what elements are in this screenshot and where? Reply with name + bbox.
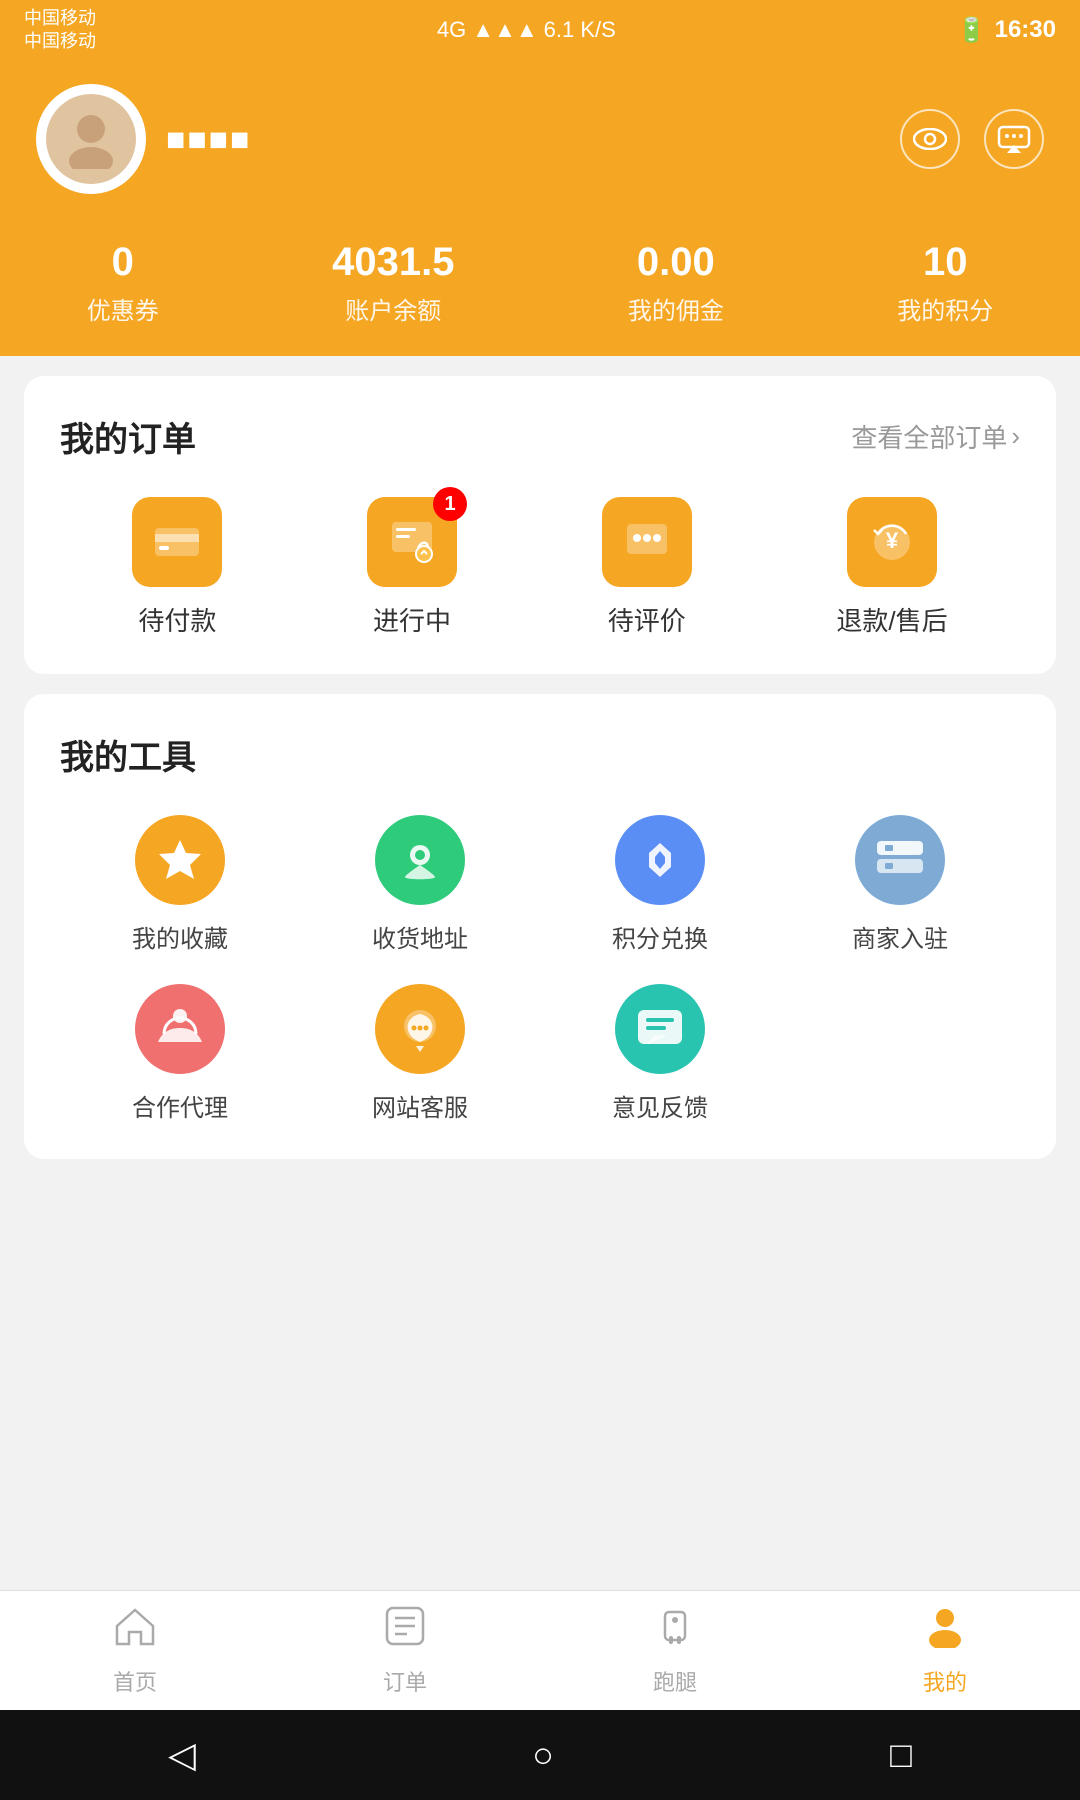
order-icon-in-progress-wrap: 1 bbox=[367, 497, 457, 587]
tool-agent-label: 合作代理 bbox=[132, 1088, 228, 1123]
orders-card: 我的订单 查看全部订单 › 待付款 bbox=[24, 376, 1056, 674]
feedback-icon bbox=[615, 984, 705, 1074]
svg-text:¥: ¥ bbox=[886, 528, 899, 553]
order-item-pending-pay[interactable]: 待付款 bbox=[132, 497, 222, 638]
tools-title: 我的工具 bbox=[60, 730, 196, 779]
tab-home-label: 首页 bbox=[113, 1665, 157, 1697]
android-nav-bar: ◁ ○ □ bbox=[0, 1710, 1080, 1800]
speed-label: 6.1 K/S bbox=[544, 17, 616, 43]
eye-button[interactable] bbox=[900, 109, 960, 169]
points-exchange-icon bbox=[615, 815, 705, 905]
stat-points-value: 10 bbox=[923, 240, 968, 285]
tool-feedback-label: 意见反馈 bbox=[612, 1088, 708, 1123]
tool-favorites-label: 我的收藏 bbox=[132, 919, 228, 954]
tool-favorites[interactable]: 我的收藏 bbox=[60, 815, 300, 954]
order-label-pending-review: 待评价 bbox=[608, 601, 686, 638]
order-icon-pending-pay bbox=[132, 497, 222, 587]
tab-mine-label: 我的 bbox=[923, 1665, 967, 1697]
tool-merchant-label: 商家入驻 bbox=[852, 919, 948, 954]
order-badge-in-progress: 1 bbox=[433, 487, 467, 521]
stat-points-label: 我的积分 bbox=[897, 291, 993, 326]
tool-customer-service[interactable]: 网站客服 bbox=[300, 984, 540, 1123]
tab-bar: 首页 订单 跑腿 bbox=[0, 1590, 1080, 1710]
stat-coupon[interactable]: 0 优惠券 bbox=[87, 240, 159, 326]
carrier-info: 中国移动 中国移动 bbox=[24, 7, 96, 54]
tab-mine-icon bbox=[923, 1604, 967, 1659]
stat-balance-value: 4031.5 bbox=[332, 240, 454, 285]
profile-header: ■■■■ bbox=[0, 60, 1080, 230]
avatar[interactable] bbox=[36, 84, 146, 194]
orders-title: 我的订单 bbox=[60, 412, 196, 461]
tools-grid: 我的收藏 收货地址 积分兑换 bbox=[60, 815, 1020, 1123]
tool-feedback[interactable]: 意见反馈 bbox=[540, 984, 780, 1123]
tool-merchant[interactable]: 商家入驻 bbox=[780, 815, 1020, 954]
orders-card-header: 我的订单 查看全部订单 › bbox=[60, 412, 1020, 461]
tab-orders[interactable]: 订单 bbox=[270, 1604, 540, 1697]
status-bar: 中国移动 中国移动 4G ▲▲▲ 6.1 K/S 🔋 16:30 bbox=[0, 0, 1080, 60]
merchant-icon bbox=[855, 815, 945, 905]
order-item-refund[interactable]: ¥ 退款/售后 bbox=[836, 497, 947, 638]
tab-runner-label: 跑腿 bbox=[653, 1665, 697, 1697]
stat-coupon-value: 0 bbox=[112, 240, 134, 285]
stat-balance-label: 账户余额 bbox=[345, 291, 441, 326]
tools-card: 我的工具 我的收藏 收货地址 bbox=[24, 694, 1056, 1159]
message-button[interactable] bbox=[984, 109, 1044, 169]
order-icon-pending-pay-wrap bbox=[132, 497, 222, 587]
view-all-orders-button[interactable]: 查看全部订单 › bbox=[851, 418, 1020, 455]
time-label: 16:30 bbox=[995, 16, 1056, 44]
tool-points-exchange-label: 积分兑换 bbox=[612, 919, 708, 954]
header-action-icons bbox=[900, 109, 1044, 169]
tab-home[interactable]: 首页 bbox=[0, 1604, 270, 1697]
stat-commission-label: 我的佣金 bbox=[628, 291, 724, 326]
customer-service-icon bbox=[375, 984, 465, 1074]
tools-card-header: 我的工具 bbox=[60, 730, 1020, 779]
tab-runner[interactable]: 跑腿 bbox=[540, 1604, 810, 1697]
battery-icon: 🔋 bbox=[957, 16, 987, 45]
order-icon-pending-review-wrap bbox=[602, 497, 692, 587]
order-item-in-progress[interactable]: 1 进行中 bbox=[367, 497, 457, 638]
stat-points[interactable]: 10 我的积分 bbox=[897, 240, 993, 326]
stat-coupon-label: 优惠券 bbox=[87, 291, 159, 326]
tool-customer-service-label: 网站客服 bbox=[372, 1088, 468, 1123]
tab-orders-icon bbox=[383, 1604, 427, 1659]
stat-commission-value: 0.00 bbox=[637, 240, 715, 285]
tool-address-label: 收货地址 bbox=[372, 919, 468, 954]
order-icon-refund-wrap: ¥ bbox=[847, 497, 937, 587]
order-icon-refund: ¥ bbox=[847, 497, 937, 587]
stat-balance[interactable]: 4031.5 账户余额 bbox=[332, 240, 454, 326]
order-item-pending-review[interactable]: 待评价 bbox=[602, 497, 692, 638]
time-battery: 🔋 16:30 bbox=[957, 16, 1056, 45]
username-label: ■■■■ bbox=[166, 121, 251, 158]
signal-icons: 4G ▲▲▲ 6.1 K/S bbox=[437, 17, 616, 43]
agent-icon bbox=[135, 984, 225, 1074]
tool-points-exchange[interactable]: 积分兑换 bbox=[540, 815, 780, 954]
tool-agent[interactable]: 合作代理 bbox=[60, 984, 300, 1123]
signal-4g-icon: 4G bbox=[437, 17, 466, 43]
avatar-image bbox=[46, 94, 136, 184]
tool-address[interactable]: 收货地址 bbox=[300, 815, 540, 954]
order-label-pending-pay: 待付款 bbox=[138, 601, 216, 638]
stats-row: 0 优惠券 4031.5 账户余额 0.00 我的佣金 10 我的积分 bbox=[0, 230, 1080, 356]
favorites-icon bbox=[135, 815, 225, 905]
tab-orders-label: 订单 bbox=[383, 1665, 427, 1697]
empty-area bbox=[0, 1179, 1080, 1639]
back-button[interactable]: ◁ bbox=[168, 1734, 196, 1776]
home-button[interactable]: ○ bbox=[532, 1734, 554, 1776]
order-icon-pending-review bbox=[602, 497, 692, 587]
tab-mine[interactable]: 我的 bbox=[810, 1604, 1080, 1697]
order-label-in-progress: 进行中 bbox=[373, 601, 451, 638]
profile-left: ■■■■ bbox=[36, 84, 251, 194]
tab-home-icon bbox=[113, 1604, 157, 1659]
tab-runner-icon bbox=[653, 1604, 697, 1659]
order-label-refund: 退款/售后 bbox=[836, 601, 947, 638]
address-icon bbox=[375, 815, 465, 905]
wifi-icon: ▲▲▲ bbox=[472, 17, 537, 43]
orders-grid: 待付款 1 进行中 bbox=[60, 497, 1020, 638]
stat-commission[interactable]: 0.00 我的佣金 bbox=[628, 240, 724, 326]
recents-button[interactable]: □ bbox=[890, 1734, 912, 1776]
